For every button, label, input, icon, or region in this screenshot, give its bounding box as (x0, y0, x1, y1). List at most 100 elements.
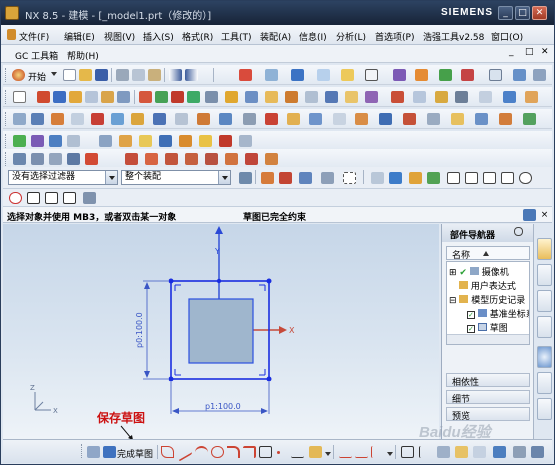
line-icon[interactable] (179, 442, 192, 462)
chevron-down-icon[interactable] (325, 452, 331, 456)
arc-icon[interactable] (195, 446, 208, 458)
spline-icon[interactable] (153, 113, 166, 125)
line-tool-icon[interactable] (447, 172, 460, 184)
draft-icon[interactable] (171, 91, 184, 103)
minimize-button[interactable]: _ (498, 6, 513, 20)
layer-icon[interactable] (265, 69, 278, 81)
circle-snap-icon[interactable] (9, 192, 22, 204)
part-navigator-tab[interactable] (537, 238, 552, 260)
column-header-name[interactable]: 名称 (446, 246, 530, 261)
chamfer-icon[interactable] (155, 91, 168, 103)
endpoint-snap-icon[interactable] (279, 172, 292, 184)
move-to-layer-icon[interactable] (31, 153, 44, 165)
boss-icon[interactable] (85, 91, 98, 103)
circle-center-icon[interactable] (519, 172, 532, 184)
menu-help[interactable]: 帮助(H) (67, 49, 99, 62)
quick-trim-icon[interactable] (339, 446, 352, 458)
copy-icon[interactable] (132, 69, 145, 81)
shaded-cube-icon[interactable] (291, 69, 304, 81)
menu-file[interactable]: 文件(F) (19, 30, 49, 43)
n-sided-icon[interactable] (119, 135, 132, 147)
cross-snap-icon[interactable] (27, 192, 40, 204)
scope-filter-select[interactable]: 整个装配 (121, 170, 231, 185)
datum-axis-icon[interactable] (51, 113, 64, 125)
text-curve-icon[interactable] (197, 113, 210, 125)
hide-by-type-icon[interactable] (205, 153, 218, 165)
finish-sketch-icon[interactable] (103, 446, 116, 458)
graphics-window[interactable]: Y X p0:100.0 p1:100.0 Z X (3, 224, 439, 439)
trim-curve-icon[interactable] (379, 113, 392, 125)
profile-icon[interactable] (161, 446, 174, 458)
smooth-spline-icon[interactable] (475, 113, 488, 125)
corner-point[interactable] (266, 278, 272, 284)
scale-curve-icon[interactable] (499, 113, 512, 125)
unblank-icon[interactable] (265, 153, 278, 165)
blend-icon[interactable] (139, 91, 152, 103)
wireframe-icon[interactable] (371, 172, 384, 184)
show-icon[interactable] (145, 153, 158, 165)
through-mesh-icon[interactable] (67, 135, 80, 147)
tree-item-sketch[interactable]: ✓ 草图 (467, 321, 508, 334)
menu-assembly[interactable]: 装配(A) (260, 30, 291, 43)
analysis-icon[interactable] (393, 69, 406, 81)
toolbar-grip[interactable] (5, 112, 8, 126)
copy-to-layer-icon[interactable] (49, 153, 62, 165)
help-icon[interactable] (533, 69, 546, 81)
bounded-plane-icon[interactable] (179, 135, 192, 147)
snap-point-icon[interactable] (261, 172, 274, 184)
filter-settings-icon[interactable] (239, 172, 252, 184)
chevron-down-icon[interactable] (387, 452, 393, 456)
menu-window[interactable]: 窗口(O) (491, 30, 523, 43)
slope-line-icon[interactable] (465, 172, 478, 184)
point-icon[interactable] (13, 113, 26, 125)
window-layout-icon[interactable] (489, 69, 502, 81)
extend-sheet-icon[interactable] (239, 135, 252, 147)
revolve-icon[interactable] (53, 91, 66, 103)
menu-haoqiang-tools[interactable]: 浩强工具v2.58 (423, 30, 484, 43)
helix-icon[interactable] (175, 113, 188, 125)
close-button[interactable]: ✕ (532, 6, 547, 20)
curve-check-icon[interactable] (523, 113, 536, 125)
join-curve-icon[interactable] (287, 113, 300, 125)
save-icon[interactable] (95, 69, 108, 81)
ruled-icon[interactable] (49, 135, 62, 147)
show-all-icon[interactable] (165, 153, 178, 165)
paste-icon[interactable] (148, 69, 161, 81)
corner-point[interactable] (266, 376, 272, 382)
settings-icon[interactable] (513, 69, 526, 81)
toolbar-grip[interactable] (81, 444, 84, 458)
menu-preferences[interactable]: 首选项(P) (375, 30, 414, 43)
check-icon[interactable] (439, 69, 452, 81)
new-file-icon[interactable] (63, 69, 76, 81)
trim-sheet-icon[interactable] (219, 135, 232, 147)
object-display-icon[interactable] (85, 153, 98, 165)
corner-point[interactable] (168, 278, 174, 284)
midpoint-marker[interactable] (216, 278, 222, 284)
menu-view[interactable]: 视图(V) (104, 30, 135, 43)
menu-tools[interactable]: 工具(T) (221, 30, 252, 43)
resize-icon[interactable] (525, 91, 538, 103)
rectangle-icon[interactable] (259, 446, 272, 458)
extract-curve-icon[interactable] (309, 113, 322, 125)
fillet-icon[interactable] (227, 446, 240, 458)
status-options-icon[interactable] (523, 209, 536, 221)
intersect-icon[interactable] (325, 91, 338, 103)
through-curves-icon[interactable] (31, 135, 44, 147)
pencil-icon[interactable] (461, 69, 474, 81)
snap-settings-icon[interactable] (83, 192, 96, 204)
tree-item-user-expressions[interactable]: 用户表达式 (459, 279, 516, 292)
subtract-icon[interactable] (305, 91, 318, 103)
sweep-icon[interactable] (365, 91, 378, 103)
checkmark-icon[interactable] (13, 135, 26, 147)
grid-icon[interactable] (239, 69, 252, 81)
open-folder-icon[interactable] (79, 69, 92, 81)
show-constraints-icon[interactable] (437, 446, 450, 458)
layer-settings-icon[interactable] (13, 153, 26, 165)
sketch-settings-icon[interactable] (513, 446, 526, 458)
intersect-curve-icon[interactable] (333, 113, 346, 125)
split-icon[interactable] (265, 91, 278, 103)
curve-length-icon[interactable] (451, 113, 464, 125)
hook-icon[interactable] (483, 172, 496, 184)
finish-sketch-button[interactable]: 完成草图 (117, 447, 153, 460)
datum-plane-icon[interactable] (31, 113, 44, 125)
